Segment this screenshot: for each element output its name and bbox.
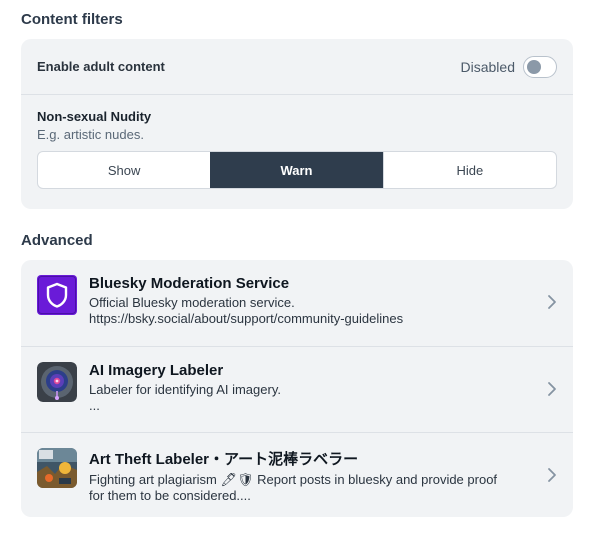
labeler-description: Official Bluesky moderation service. bbox=[89, 295, 295, 310]
content-filters-heading: Content filters bbox=[21, 11, 123, 28]
labeler-description: Fighting art plagiarism 🖊🛡 Report posts … bbox=[89, 472, 498, 487]
chevron-right-icon bbox=[548, 382, 556, 396]
labeler-item-ai-imagery[interactable]: AI Imagery Labeler Labeler for identifyi… bbox=[21, 346, 573, 432]
labeler-name: AI Imagery Labeler bbox=[89, 362, 224, 379]
labeler-description-cont: for them to be considered.... bbox=[89, 488, 251, 503]
ai-labeler-avatar bbox=[37, 362, 77, 402]
advanced-heading: Advanced bbox=[21, 232, 93, 249]
adult-content-label: Enable adult content bbox=[37, 59, 165, 74]
adult-content-row: Enable adult content Disabled bbox=[21, 39, 573, 95]
art-theft-avatar bbox=[37, 448, 77, 488]
labeler-description: Labeler for identifying AI imagery. bbox=[89, 382, 281, 397]
labeler-info: Bluesky Moderation Service Official Blue… bbox=[89, 275, 557, 327]
adult-content-status: Disabled bbox=[460, 58, 515, 75]
labeler-description-cont: ... bbox=[89, 398, 100, 413]
labeler-info: AI Imagery Labeler Labeler for identifyi… bbox=[89, 362, 557, 414]
nudity-setting: Non-sexual Nudity E.g. artistic nudes. S… bbox=[21, 95, 573, 189]
chevron-right-icon bbox=[548, 468, 556, 482]
content-filters-card: Enable adult content Disabled Non-sexual… bbox=[21, 39, 573, 209]
nudity-option-hide[interactable]: Hide bbox=[382, 152, 556, 188]
nudity-title: Non-sexual Nudity bbox=[37, 109, 152, 124]
toggle-knob bbox=[527, 59, 541, 74]
labeler-info: Art Theft Labeler・アート泥棒ラベラー Fighting art… bbox=[89, 448, 557, 504]
nudity-option-warn[interactable]: Warn bbox=[210, 152, 383, 188]
nudity-segmented-control: Show Warn Hide bbox=[37, 151, 557, 189]
labeler-item-art-theft[interactable]: Art Theft Labeler・アート泥棒ラベラー Fighting art… bbox=[21, 432, 573, 518]
labeler-name: Bluesky Moderation Service bbox=[89, 275, 290, 292]
shield-icon bbox=[37, 275, 77, 315]
adult-content-toggle[interactable] bbox=[523, 55, 557, 78]
labelers-list: Bluesky Moderation Service Official Blue… bbox=[21, 260, 573, 517]
nudity-description: E.g. artistic nudes. bbox=[37, 127, 144, 142]
labeler-name: Art Theft Labeler・アート泥棒ラベラー bbox=[89, 451, 359, 468]
chevron-right-icon bbox=[548, 295, 556, 309]
nudity-option-show[interactable]: Show bbox=[38, 152, 210, 188]
labeler-description-cont: https://bsky.social/about/support/commun… bbox=[89, 311, 404, 326]
labeler-item-bluesky-moderation[interactable]: Bluesky Moderation Service Official Blue… bbox=[21, 260, 573, 346]
